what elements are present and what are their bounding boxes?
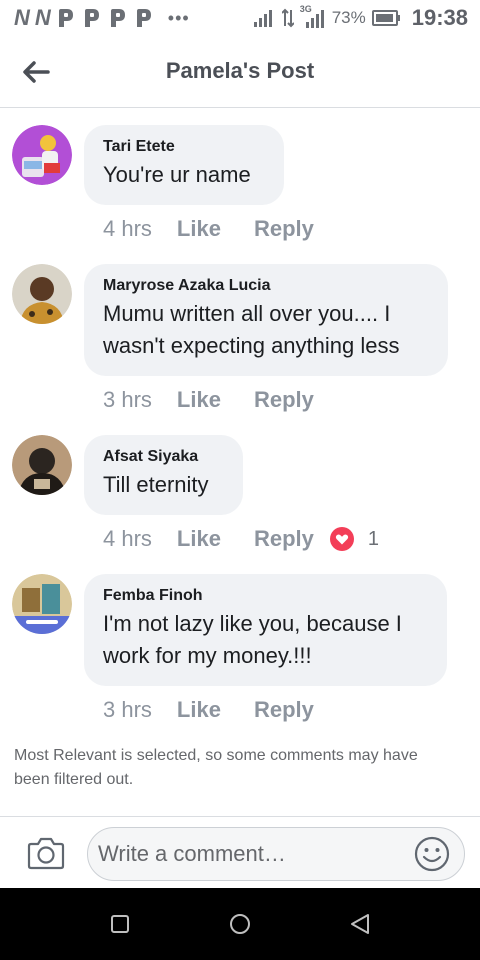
reaction-count: 1	[367, 527, 379, 550]
like-button[interactable]: Like	[177, 526, 221, 552]
like-button[interactable]: Like	[177, 216, 221, 242]
comment-actions: 3 hrs Like Reply	[103, 387, 314, 413]
comment-bubble: Afsat Siyaka Till eternity	[84, 435, 243, 515]
signal-3g-icon: 3G	[300, 4, 326, 28]
comment-author[interactable]: Tari Etete	[103, 137, 264, 157]
home-icon[interactable]	[228, 912, 252, 936]
comment-input[interactable]	[87, 827, 465, 881]
more-notifications-icon: •••	[167, 7, 190, 28]
comment-text: Till eternity	[103, 472, 209, 497]
camera-icon	[27, 837, 65, 870]
battery-icon	[371, 10, 400, 26]
comment-text: You're ur name	[103, 162, 251, 187]
notification-p-icon	[136, 9, 151, 27]
status-bar: N N ••• 3G 73% 19:38	[0, 0, 480, 36]
comment-actions: 3 hrs Like Reply	[103, 697, 314, 723]
comment-bubble: Femba Finoh I'm not lazy like you, becau…	[84, 574, 447, 686]
comment-actions: 4 hrs Like Reply	[103, 216, 314, 242]
camera-button[interactable]	[27, 836, 65, 870]
comment-actions: 4 hrs Like Reply 1	[103, 526, 379, 552]
battery-percent: 73%	[331, 8, 366, 27]
comment-time: 3 hrs	[103, 697, 152, 722]
comment-text: I'm not lazy like you, because I work fo…	[103, 611, 402, 668]
comment-time: 3 hrs	[103, 387, 152, 412]
like-button[interactable]: Like	[177, 697, 221, 723]
avatar[interactable]	[12, 574, 72, 634]
comment-author[interactable]: Afsat Siyaka	[103, 447, 223, 467]
page-title: Pamela's Post	[165, 58, 315, 83]
reply-button[interactable]: Reply	[254, 387, 314, 413]
avatar[interactable]	[12, 125, 72, 185]
notification-p-icon	[84, 9, 99, 27]
back-nav-icon[interactable]	[348, 912, 372, 936]
comment-bubble: Tari Etete You're ur name	[84, 125, 284, 205]
comment-bubble: Maryrose Azaka Lucia Mumu written all ov…	[84, 264, 448, 376]
system-navigation-bar	[0, 888, 480, 960]
comment-composer	[0, 816, 480, 888]
like-button[interactable]: Like	[177, 387, 221, 413]
smiley-icon	[414, 836, 450, 872]
reply-button[interactable]: Reply	[254, 697, 314, 723]
comment-text: Mumu written all over you.... I wasn't e…	[103, 301, 400, 358]
emoji-button[interactable]	[413, 835, 451, 873]
reply-button[interactable]: Reply	[254, 526, 314, 552]
comment-time: 4 hrs	[103, 216, 152, 241]
reply-button[interactable]: Reply	[254, 216, 314, 242]
notification-n-icon: N	[34, 5, 51, 30]
love-reaction-icon	[329, 527, 354, 551]
comment-author[interactable]: Femba Finoh	[103, 586, 427, 606]
notification-p-icon	[110, 9, 125, 27]
avatar[interactable]	[12, 435, 72, 495]
post-header: Pamela's Post	[0, 36, 480, 108]
data-transfer-icon	[281, 8, 294, 28]
notification-p-icon	[58, 9, 73, 27]
comment-time: 4 hrs	[103, 526, 152, 551]
signal-icon	[253, 10, 272, 27]
reaction-summary[interactable]: 1	[329, 527, 379, 551]
comment-author[interactable]: Maryrose Azaka Lucia	[103, 276, 428, 296]
avatar[interactable]	[12, 264, 72, 324]
recents-icon[interactable]	[108, 912, 132, 936]
clock: 19:38	[411, 5, 468, 30]
filter-notice: Most Relevant is selected, so some comme…	[14, 747, 418, 788]
notification-n-icon: N	[14, 5, 30, 30]
